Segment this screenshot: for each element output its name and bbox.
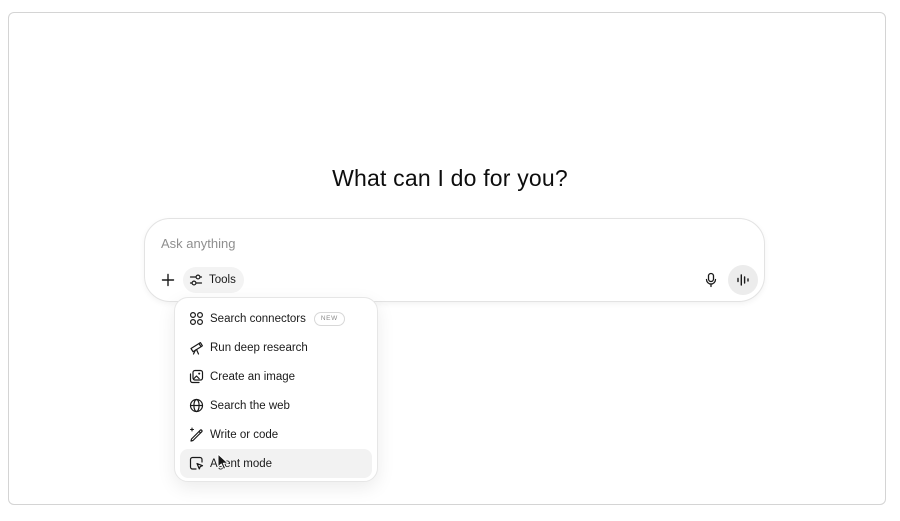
menu-item-label: Create an image bbox=[210, 370, 296, 383]
pencil-sparkle-icon bbox=[188, 427, 204, 443]
menu-item-label: Search connectors bbox=[210, 312, 306, 325]
menu-item-write-or-code[interactable]: Write or code bbox=[180, 420, 372, 449]
agent-cursor-icon bbox=[188, 456, 204, 472]
prompt-input[interactable] bbox=[161, 233, 701, 253]
menu-item-label: Write or code bbox=[210, 428, 279, 441]
menu-item-label: Search the web bbox=[210, 399, 290, 412]
menu-item-label: Agent mode bbox=[210, 457, 273, 470]
tools-button-label: Tools bbox=[209, 274, 236, 286]
menu-item-run-deep-research[interactable]: Run deep research bbox=[180, 333, 372, 362]
menu-item-create-image[interactable]: Create an image bbox=[180, 362, 372, 391]
plus-icon bbox=[161, 273, 175, 287]
connectors-icon bbox=[188, 311, 204, 327]
menu-item-search-web[interactable]: Search the web bbox=[180, 391, 372, 420]
page-title: What can I do for you? bbox=[332, 165, 568, 191]
menu-item-agent-mode[interactable]: Agent mode bbox=[180, 449, 372, 478]
menu-item-label: Run deep research bbox=[210, 341, 308, 354]
voice-waveform-icon bbox=[737, 274, 749, 286]
globe-icon bbox=[188, 398, 204, 414]
image-icon bbox=[188, 369, 204, 385]
new-badge: NEW bbox=[313, 311, 345, 326]
dictate-button[interactable] bbox=[698, 267, 724, 293]
composer: Tools bbox=[144, 218, 765, 302]
microphone-icon bbox=[705, 272, 717, 288]
tools-menu: Search connectors NEW Run deep research … bbox=[174, 297, 378, 482]
voice-mode-button[interactable] bbox=[728, 265, 758, 295]
tools-button[interactable]: Tools bbox=[183, 267, 244, 293]
add-attachment-button[interactable] bbox=[155, 267, 181, 293]
telescope-icon bbox=[188, 340, 204, 356]
sliders-icon bbox=[189, 273, 203, 287]
menu-item-search-connectors[interactable]: Search connectors NEW bbox=[180, 304, 372, 333]
